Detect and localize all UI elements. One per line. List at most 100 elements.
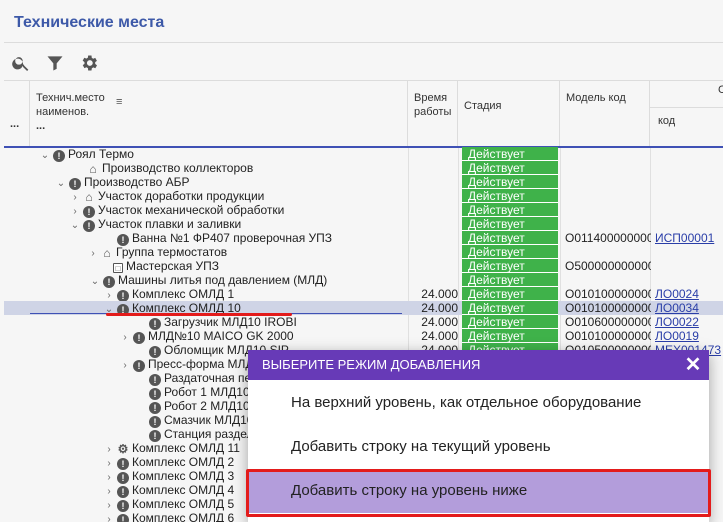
- row-model-code: О010600000000: [565, 315, 651, 329]
- dialog-title: ВЫБЕРИТЕ РЕЖИМ ДОБАВЛЕНИЯ: [262, 357, 481, 372]
- header-model[interactable]: Модель код: [560, 81, 650, 146]
- row-name: Машины литья под давлением (МЛД): [118, 273, 328, 287]
- header-time[interactable]: Время работы: [408, 81, 458, 146]
- tree-cell: ! Загрузчик МЛД10 IROBI: [136, 315, 297, 330]
- row-name: Пресс-форма МЛД: [148, 357, 254, 371]
- status-badge: Действует: [462, 329, 558, 343]
- tree-cell: ›! Комплекс ОМЛД 2: [104, 455, 234, 470]
- status-badge: Действует: [462, 189, 558, 203]
- header-name[interactable]: Технич.место наименов. ≡ ...: [30, 81, 408, 146]
- table-row[interactable]: □ Мастерская УПЗ Действует О500000000000: [4, 259, 723, 273]
- tree-cell: ! Смазчик МЛД10: [136, 413, 254, 428]
- tree-cell: ⌄! Роял Термо: [40, 147, 134, 162]
- table-row[interactable]: ⌄! Роял Термо Действует: [4, 147, 723, 162]
- tree-cell: ›! Комплекс ОМЛД 3: [104, 469, 235, 484]
- status-badge: Действует: [462, 273, 558, 287]
- row-name: Комплекс ОМЛД 6: [132, 511, 235, 522]
- header-code[interactable]: код: [658, 114, 675, 128]
- row-name: Производство коллекторов: [102, 161, 254, 175]
- status-badge: Действует: [462, 161, 558, 175]
- row-name: Комплекс ОМЛД 4: [132, 483, 235, 497]
- row-code-link[interactable]: ЛО0024: [655, 287, 723, 301]
- header-code-group: С код: [650, 81, 723, 146]
- status-badge: Действует: [462, 259, 558, 273]
- tree-cell: ⌄! Производство АБР: [56, 175, 190, 190]
- tree-cell: ! Робот 1 МЛД10: [136, 385, 250, 400]
- dialog-header: ВЫБЕРИТЕ РЕЖИМ ДОБАВЛЕНИЯ: [248, 350, 709, 380]
- option-top-level[interactable]: На верхний уровень, как отдельное оборуд…: [248, 381, 709, 425]
- table-row[interactable]: ⌄! Машины литья под давлением (МЛД) Действ…: [4, 273, 723, 288]
- status-badge: Действует: [462, 147, 558, 161]
- tree-cell: ›! Комплекс ОМЛД 6: [104, 511, 234, 522]
- row-time: 24.000: [421, 315, 458, 329]
- status-badge: Действует: [462, 217, 558, 231]
- header-name-dots[interactable]: ...: [36, 119, 401, 133]
- row-name: Комплекс ОМЛД 3: [132, 469, 235, 483]
- tree-cell: □ Мастерская УПЗ: [100, 259, 219, 273]
- tree-cell: ›! МЛД№10 MAICO GK 2000: [120, 329, 294, 344]
- tree-cell: ! Раздаточная печь: [136, 371, 263, 386]
- tree-cell: ! Ванна №1 ФР407 проверочная УПЗ: [104, 231, 332, 246]
- page-title: Технические места: [14, 14, 165, 31]
- tree-cell: ›! Участок механической обработки: [70, 203, 285, 218]
- status-badge: Действует: [462, 175, 558, 189]
- row-time: 24.000: [421, 287, 458, 301]
- tree-cell: ›! Комплекс ОМЛД 5: [104, 497, 235, 512]
- search-icon[interactable]: [10, 52, 32, 74]
- table-row[interactable]: ! Ванна №1 ФР407 проверочная УПЗ Действует…: [4, 231, 723, 246]
- tree-cell: ⌄! Машины литья под давлением (МЛД): [90, 273, 328, 288]
- home-icon: ⌂: [85, 190, 93, 204]
- row-name: Комплекс ОМЛД 11: [132, 441, 240, 455]
- table-row[interactable]: ⌂ Производство коллекторов Действует: [4, 161, 723, 175]
- status-badge: Действует: [462, 203, 558, 217]
- row-model-code: О010100000000: [565, 301, 651, 315]
- tree-cell: › ⚙ Комплекс ОМЛД 11: [104, 441, 240, 455]
- red-highlight-box: [246, 469, 711, 517]
- row-time: 24.000: [421, 329, 458, 343]
- row-model-code: О011400000000: [565, 231, 651, 245]
- row-code-link[interactable]: ИСП00001: [655, 231, 723, 245]
- tree-cell: › ⌂ Группа термостатов: [88, 245, 227, 259]
- row-code-link[interactable]: ЛО0022: [655, 315, 723, 329]
- close-icon[interactable]: ✕: [683, 355, 703, 375]
- tree-cell: › ⌂ Участок доработки продукции: [70, 189, 264, 203]
- status-badge: Действует: [462, 245, 558, 259]
- row-code-link[interactable]: ЛО0034: [655, 301, 723, 315]
- row-time: 24.000: [421, 301, 458, 315]
- table-row[interactable]: ›! Участок механической обработки Действуе…: [4, 203, 723, 218]
- table-row[interactable]: ›! МЛД№10 MAICO GK 2000 24.000 Действует О01…: [4, 329, 723, 344]
- row-code-link[interactable]: ЛО0019: [655, 329, 723, 343]
- tree-cell: ⌂ Производство коллекторов: [74, 161, 253, 175]
- status-badge: Действует: [462, 315, 558, 329]
- home-icon: ⌂: [89, 162, 97, 176]
- sort-icon[interactable]: ≡: [116, 95, 122, 109]
- gear-icon[interactable]: [78, 52, 100, 74]
- table-row[interactable]: › ⌂ Участок доработки продукции Действует: [4, 189, 723, 203]
- tree-cell: ⌄! Участок плавки и заливки: [70, 217, 241, 232]
- row-name: Роял Термо: [68, 147, 134, 161]
- chevron-right-icon[interactable]: ›: [104, 513, 114, 522]
- row-name: Группа термостатов: [116, 245, 228, 259]
- header-code-group-label: С: [718, 84, 723, 96]
- table-row[interactable]: ⌄! Производство АБР Действует: [4, 175, 723, 190]
- row-name: Участок механической обработки: [98, 203, 285, 217]
- row-name: Смазчик МЛД10: [164, 413, 254, 427]
- tree-cell: ›! Пресс-форма МЛД: [120, 357, 254, 372]
- option-current-level[interactable]: Добавить строку на текущий уровень: [248, 425, 709, 469]
- table-row[interactable]: ⌄! Участок плавки и заливки Действует: [4, 217, 723, 232]
- row-name: Робот 1 МЛД10: [164, 385, 250, 399]
- filter-icon[interactable]: [44, 52, 66, 74]
- table-row[interactable]: ›! Комплекс ОМЛД 1 24.000 Действует О0101000…: [4, 287, 723, 302]
- row-name: Производство АБР: [84, 175, 190, 189]
- box-icon: □: [113, 263, 123, 273]
- table-row[interactable]: › ⌂ Группа термостатов Действует: [4, 245, 723, 259]
- title-divider: [4, 42, 723, 43]
- status-badge: Действует: [462, 287, 558, 301]
- header-stage[interactable]: Стадия: [458, 81, 560, 146]
- row-name: Комплекс ОМЛД 5: [132, 497, 235, 511]
- table-row[interactable]: ! Загрузчик МЛД10 IROBI 24.000 Действует О01…: [4, 315, 723, 330]
- header-name-label: Технич.место наименов.: [36, 92, 105, 118]
- red-annotation-underline: [106, 313, 292, 316]
- column-menu-button[interactable]: ...: [4, 81, 30, 146]
- row-name: Загрузчик МЛД10 IROBI: [164, 315, 297, 329]
